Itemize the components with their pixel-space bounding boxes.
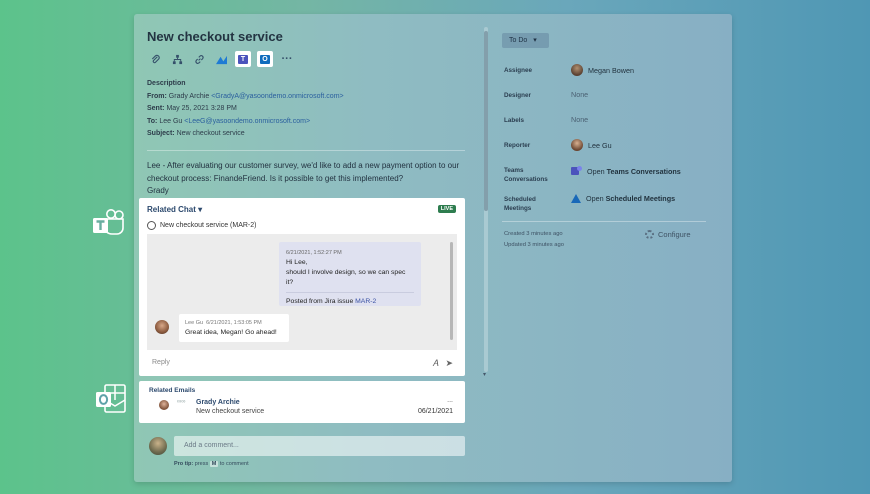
issue-title: New checkout service (147, 29, 283, 44)
reporter-field[interactable]: Lee Gu (571, 139, 612, 151)
from-name: Grady Archie (168, 92, 210, 100)
labels-label: Labels (504, 117, 524, 124)
chat-scrollbar[interactable] (450, 242, 453, 340)
created-time: Created 3 minutes ago (504, 231, 563, 237)
sent-label: Sent: (147, 105, 165, 112)
jira-issue-link[interactable]: MAR-2 (355, 298, 376, 305)
avatar (149, 437, 167, 455)
reply-actions: 𝐴 ➤ (432, 358, 453, 369)
teams-icon (571, 166, 582, 176)
related-chat-header[interactable]: Related Chat ▾ (147, 205, 202, 214)
attachment-link-icon: ∞∞ (177, 399, 186, 405)
keyboard-key: M (209, 461, 219, 467)
teams-conversations-label: Teams Conversations (504, 167, 548, 183)
send-icon[interactable]: ➤ (445, 358, 453, 369)
chat-thread-title[interactable]: New checkout service (MAR-2) (147, 221, 256, 230)
jira-align-icon[interactable] (213, 51, 229, 67)
related-chat-title: Related Chat (147, 205, 196, 214)
chat-message-outgoing: 6/21/2021, 1:52:27 PM Hi Lee, should I i… (279, 242, 421, 306)
chevron-down-icon: ▾ (198, 205, 203, 214)
paperclip-icon[interactable] (147, 51, 163, 67)
gear-icon (645, 230, 654, 239)
pro-tip: Pro tip: press M to comment (174, 461, 249, 467)
email-body: Lee - After evaluating our customer surv… (147, 160, 467, 198)
assignee-label: Assignee (504, 67, 532, 74)
scheduled-meetings-label: Scheduled Meetings (504, 196, 536, 212)
configure-label: Configure (658, 230, 691, 239)
chat-messages-area: 6/21/2021, 1:52:27 PM Hi Lee, should I i… (147, 234, 457, 350)
reporter-value: Lee Gu (588, 140, 612, 150)
message-line: Hi Lee, (286, 259, 308, 266)
open-scheduled-meetings-link[interactable]: Open Scheduled Meetings (571, 194, 675, 203)
to-label: To: (147, 117, 158, 125)
avatar (571, 139, 583, 151)
configure-button[interactable]: Configure (645, 230, 691, 239)
to-name: Lee Gu (159, 117, 183, 125)
chat-message-incoming: Lee Gu 6/21/2021, 1:53:05 PM Great idea,… (179, 314, 289, 342)
chat-thread-label: New checkout service (MAR-2) (160, 222, 257, 229)
teams-icon[interactable]: T (235, 51, 251, 67)
from-label: From: (147, 92, 167, 100)
avatar (571, 64, 583, 76)
labels-value[interactable]: None (571, 115, 588, 124)
message-line: should I involve design, so we can spec … (286, 269, 406, 286)
timestamps: Created 3 minutes ago Updated 3 minutes … (504, 229, 564, 251)
to-address[interactable]: <LeeG@yasoondemo.onmicrosoft.com> (184, 118, 310, 125)
from-address[interactable]: <GradyA@yasoondemo.onmicrosoft.com> (211, 93, 343, 100)
subject-value: New checkout service (176, 130, 245, 137)
hierarchy-icon[interactable] (169, 51, 185, 67)
format-icon[interactable]: 𝐴 (432, 358, 438, 369)
email-sender[interactable]: Grady Archie (196, 399, 240, 406)
issue-toolbar: T O ··· (147, 51, 295, 67)
sent-value: May 25, 2021 3:28 PM (166, 105, 237, 112)
comment-input[interactable]: Add a comment... (174, 436, 465, 456)
avatar (159, 400, 169, 410)
link-icon[interactable] (191, 51, 207, 67)
email-body-text: Lee - After evaluating our customer surv… (147, 161, 460, 183)
message-text: Great idea, Megan! Go ahead! (185, 329, 277, 336)
message-divider (286, 292, 414, 293)
chat-bubble-icon (147, 221, 156, 230)
avatar (155, 320, 169, 334)
sidebar-divider (502, 221, 706, 222)
assignee-field[interactable]: Megan Bowen (571, 64, 634, 76)
chevron-down-icon: ▾ (533, 37, 537, 44)
status-dropdown[interactable]: To Do ▾ (502, 33, 549, 48)
updated-time: Updated 3 minutes ago (504, 242, 564, 248)
related-emails-card: Related Emails ∞∞ Grady Archie New check… (139, 381, 465, 423)
message-author: Lee Gu (185, 320, 204, 326)
designer-value[interactable]: None (571, 90, 588, 99)
description-label: Description (147, 80, 186, 87)
reporter-label: Reporter (504, 142, 531, 149)
email-subject[interactable]: New checkout service (196, 408, 264, 415)
posted-from-text: Posted from Jira issue MAR-2 (286, 298, 377, 305)
live-badge: LIVE (437, 205, 456, 213)
status-value: To Do (509, 37, 528, 44)
assignee-value: Megan Bowen (588, 65, 634, 75)
more-icon[interactable]: ··· (279, 51, 295, 67)
scrollbar-thumb[interactable] (484, 31, 488, 211)
description-divider (147, 150, 465, 151)
designer-label: Designer (504, 92, 531, 99)
email-date: 06/21/2021 (417, 408, 453, 415)
more-icon[interactable]: ... (447, 397, 453, 404)
message-timestamp: 6/21/2021, 1:53:05 PM (206, 320, 262, 326)
email-signature: Grady (147, 186, 169, 195)
reply-input[interactable]: Reply (152, 359, 170, 366)
scroll-down-icon[interactable]: ▾ (483, 371, 486, 378)
open-teams-conversations-link[interactable]: Open Teams Conversations (571, 166, 681, 176)
subject-label: Subject: (147, 130, 175, 137)
message-timestamp: 6/21/2021, 1:52:27 PM (286, 250, 342, 256)
related-chat-card: Related Chat ▾ LIVE New checkout service… (139, 198, 465, 376)
related-emails-header: Related Emails (149, 387, 196, 394)
email-metadata: Description From: Grady Archie <GradyA@y… (147, 78, 344, 141)
jira-align-icon (571, 194, 581, 203)
outlook-icon[interactable]: O (257, 51, 273, 67)
outlook-logo-icon (96, 384, 126, 413)
main-scrollbar[interactable] (484, 27, 488, 372)
teams-logo-icon (93, 209, 124, 235)
